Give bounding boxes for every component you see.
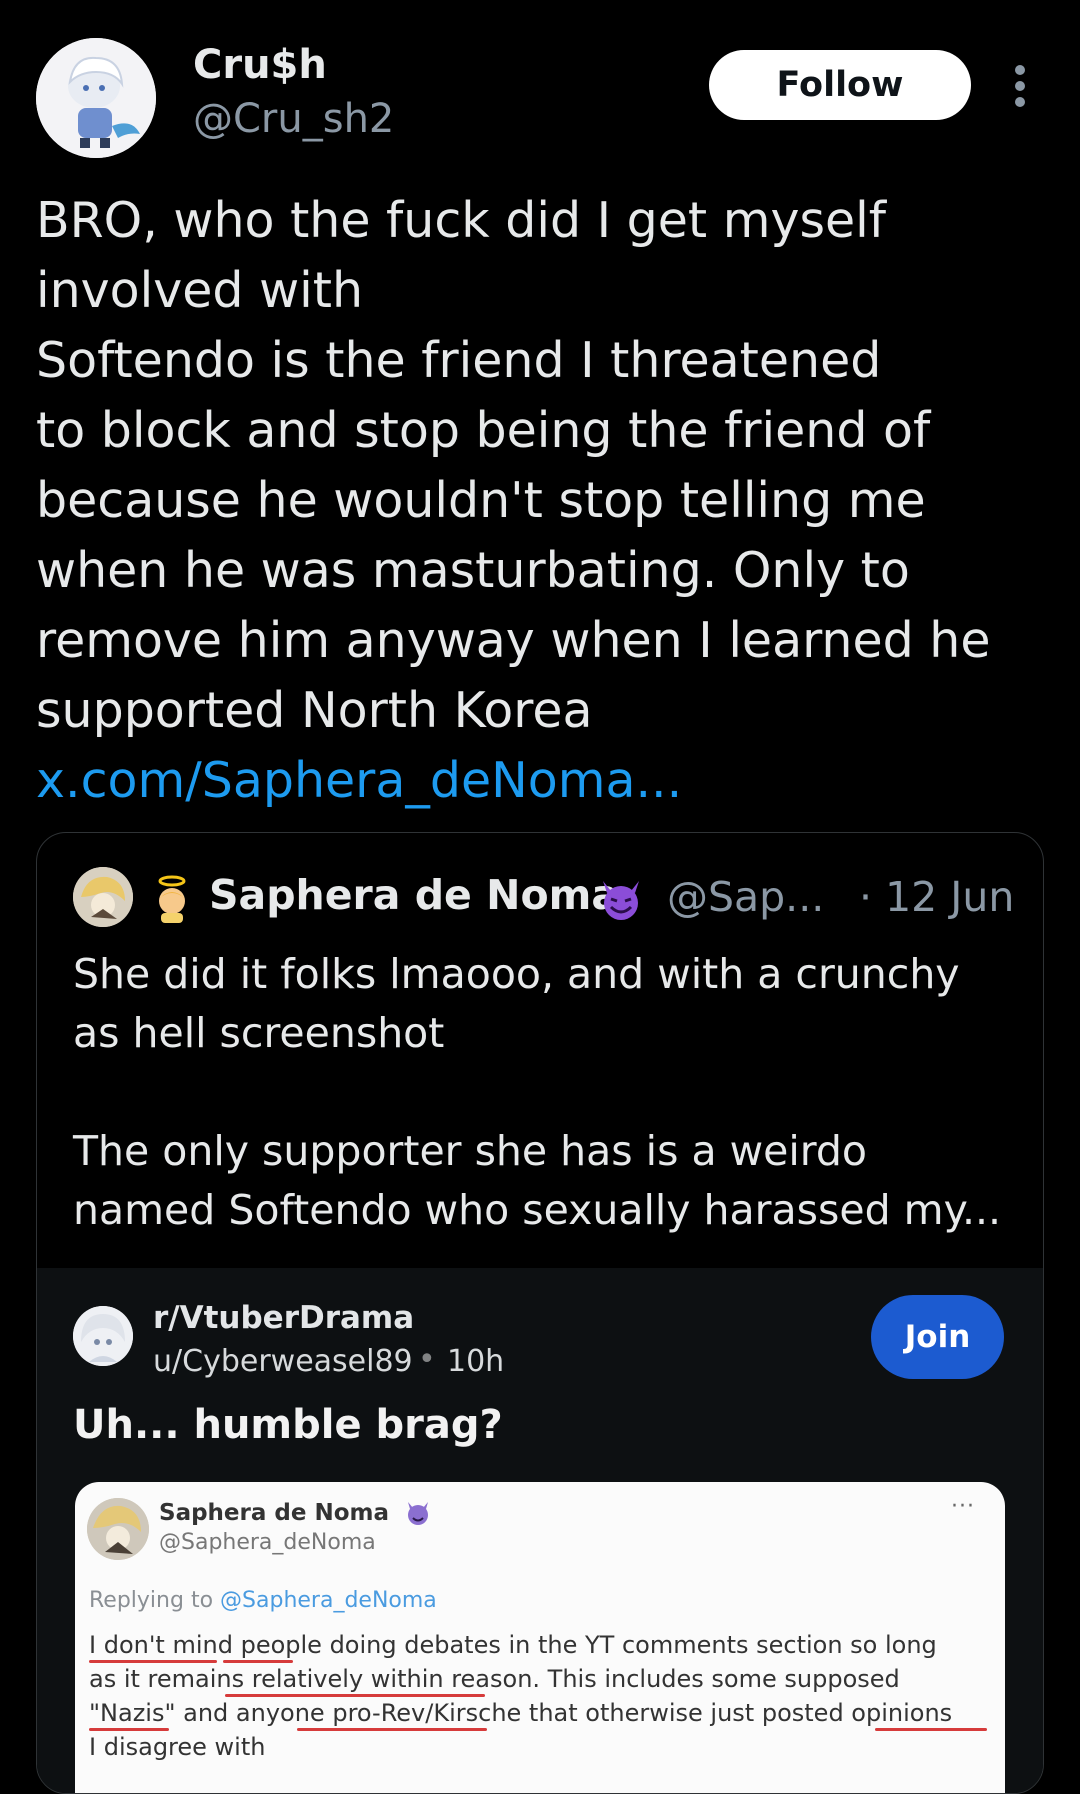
reddit-post-title: Uh... humble brag? <box>73 1402 503 1448</box>
reddit-join-button: Join <box>871 1295 1004 1379</box>
quoted-handle[interactable]: @Sap... <box>667 873 824 921</box>
angel-emoji-icon <box>147 873 197 923</box>
screenshot-devil-emoji-icon <box>405 1500 431 1526</box>
reddit-separator: • <box>418 1342 436 1377</box>
screenshot-more-icon: ··· <box>951 1494 975 1519</box>
screenshot-reply-prefix: Replying to <box>89 1588 214 1613</box>
quoted-date[interactable]: · 12 Jun <box>859 873 1014 921</box>
quoted-avatar[interactable] <box>73 867 133 927</box>
red-underline <box>89 1728 169 1731</box>
tweet-text: BRO, who the fuck did I get myself invol… <box>36 192 991 739</box>
display-name[interactable]: Cru$h <box>193 42 327 88</box>
tweet-link[interactable]: x.com/Saphera_deNoma... <box>36 746 682 816</box>
reddit-avatar <box>73 1306 133 1366</box>
smiling-devil-emoji-icon <box>597 877 645 921</box>
more-options-icon[interactable] <box>1005 64 1035 108</box>
avatar-image <box>36 38 156 158</box>
quoted-display-name[interactable]: Saphera de Noma <box>209 871 619 919</box>
avatar[interactable] <box>36 38 156 158</box>
red-underline <box>875 1728 987 1731</box>
tweet: Cru$h @Cru_sh2 Follow BRO, who the fuck … <box>0 0 1080 1794</box>
quoted-text: She did it folks lmaooo, and with a crun… <box>73 950 1002 1234</box>
quoted-media-image[interactable]: r/VtuberDrama u/Cyberweasel89 • 10h Join… <box>37 1268 1043 1793</box>
red-underline <box>223 1660 293 1663</box>
follow-button[interactable]: Follow <box>709 50 971 120</box>
screenshot-replying-to: Replying to @Saphera_deNoma <box>89 1588 437 1613</box>
quoted-tweet[interactable]: Saphera de Noma @Sap... · 12 Jun She did… <box>36 832 1044 1794</box>
reddit-username: u/Cyberweasel89 <box>153 1344 413 1379</box>
reddit-subreddit: r/VtuberDrama <box>153 1300 415 1336</box>
screenshot-handle: @Saphera_deNoma <box>159 1530 376 1555</box>
user-handle[interactable]: @Cru_sh2 <box>193 96 394 142</box>
screenshot-display-name: Saphera de Noma <box>159 1500 389 1526</box>
reddit-timestamp: 10h <box>447 1344 505 1379</box>
screenshot-reply-handle: @Saphera_deNoma <box>220 1588 437 1613</box>
embedded-tweet-screenshot: Saphera de Noma ··· @Saphera_deNoma Repl… <box>75 1482 1005 1793</box>
red-underline <box>225 1694 485 1697</box>
red-underline <box>297 1728 487 1731</box>
screenshot-avatar <box>87 1498 149 1560</box>
red-underline <box>89 1660 217 1663</box>
